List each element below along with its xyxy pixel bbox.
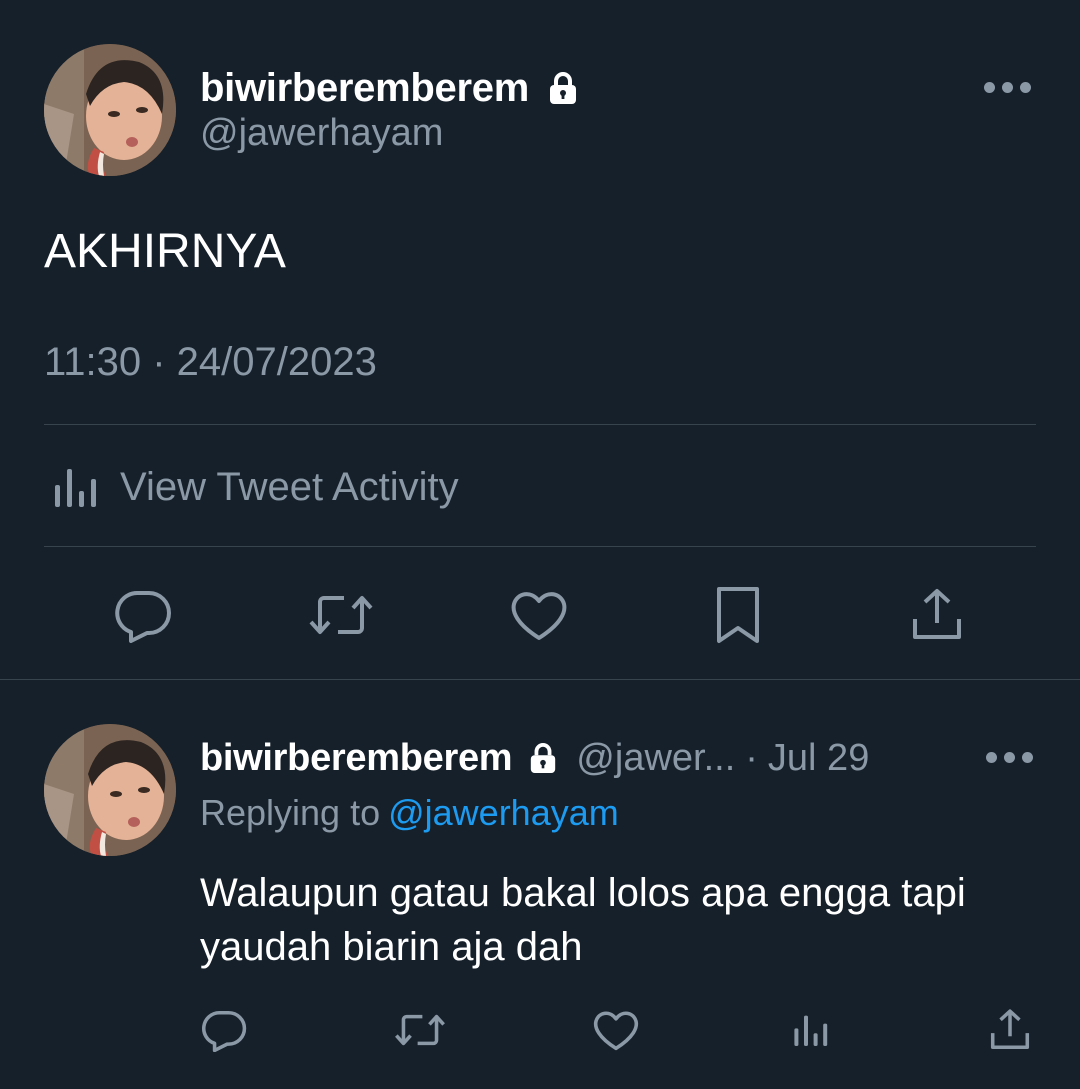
- more-dot: [1020, 82, 1031, 93]
- lock-icon: [528, 742, 558, 774]
- tweet-action-bar: [0, 580, 1080, 650]
- author-handle[interactable]: @jawer...: [576, 737, 735, 780]
- like-button[interactable]: [504, 580, 574, 650]
- reply-text: Walaupun gatau bakal lolos apa engga tap…: [200, 871, 966, 969]
- retweet-button[interactable]: [390, 1000, 450, 1060]
- more-options-icon[interactable]: [986, 752, 1033, 763]
- bookmark-button[interactable]: [703, 580, 773, 650]
- bar-chart-icon: [55, 469, 96, 507]
- lock-icon: [547, 71, 579, 105]
- bookmark-icon: [717, 587, 759, 643]
- divider: [44, 424, 1036, 425]
- reply-avatar[interactable]: [44, 724, 176, 856]
- reply-date[interactable]: Jul 29: [768, 737, 869, 780]
- avatar-photo: [44, 44, 176, 176]
- reply-icon: [202, 1010, 247, 1052]
- like-button[interactable]: [586, 1000, 646, 1060]
- display-name[interactable]: biwirberemberem: [200, 737, 513, 780]
- author-name-row: biwirberemberem: [200, 64, 579, 112]
- divider: [44, 546, 1036, 547]
- reply-button[interactable]: [194, 1000, 254, 1060]
- more-dot: [1004, 752, 1015, 763]
- reply-icon: [115, 591, 171, 643]
- activity-label: View Tweet Activity: [120, 464, 459, 509]
- retweet-icon: [395, 1014, 445, 1046]
- more-options-icon[interactable]: [984, 82, 1031, 93]
- reply-button[interactable]: [108, 580, 178, 650]
- avatar[interactable]: [44, 44, 176, 176]
- author-handle[interactable]: @jawerhayam: [200, 112, 443, 155]
- more-dot: [984, 82, 995, 93]
- share-button[interactable]: [902, 580, 972, 650]
- more-dot: [1022, 752, 1033, 763]
- heart-icon: [511, 592, 567, 640]
- main-tweet: biwirberemberem @jawerhayam AKHIRNYA 11:…: [0, 0, 1080, 680]
- separator-dot: ·: [745, 736, 758, 779]
- views-button[interactable]: [782, 1000, 842, 1060]
- reply-action-bar: [0, 1000, 1080, 1060]
- tweet-text: AKHIRNYA: [44, 225, 286, 278]
- reply-header: biwirberemberem @jawer... · Jul 29: [200, 734, 869, 782]
- replying-to: Replying to @jawerhayam: [200, 792, 619, 834]
- avatar-photo: [44, 724, 176, 856]
- share-button[interactable]: [980, 1000, 1040, 1060]
- view-tweet-activity[interactable]: View Tweet Activity: [44, 452, 459, 522]
- retweet-button[interactable]: [306, 580, 376, 650]
- tweet-timestamp[interactable]: 11:30 · 24/07/2023: [44, 340, 377, 385]
- replying-prefix: Replying to: [200, 792, 381, 833]
- replying-to-link[interactable]: @jawerhayam: [388, 792, 619, 833]
- more-dot: [1002, 82, 1013, 93]
- more-dot: [986, 752, 997, 763]
- display-name[interactable]: biwirberemberem: [200, 66, 529, 111]
- retweet-icon: [309, 596, 373, 634]
- bar-chart-icon: [794, 1015, 828, 1046]
- share-icon: [913, 589, 961, 639]
- heart-icon: [593, 1011, 639, 1051]
- tweet-separator: [0, 679, 1080, 680]
- share-icon: [990, 1009, 1030, 1050]
